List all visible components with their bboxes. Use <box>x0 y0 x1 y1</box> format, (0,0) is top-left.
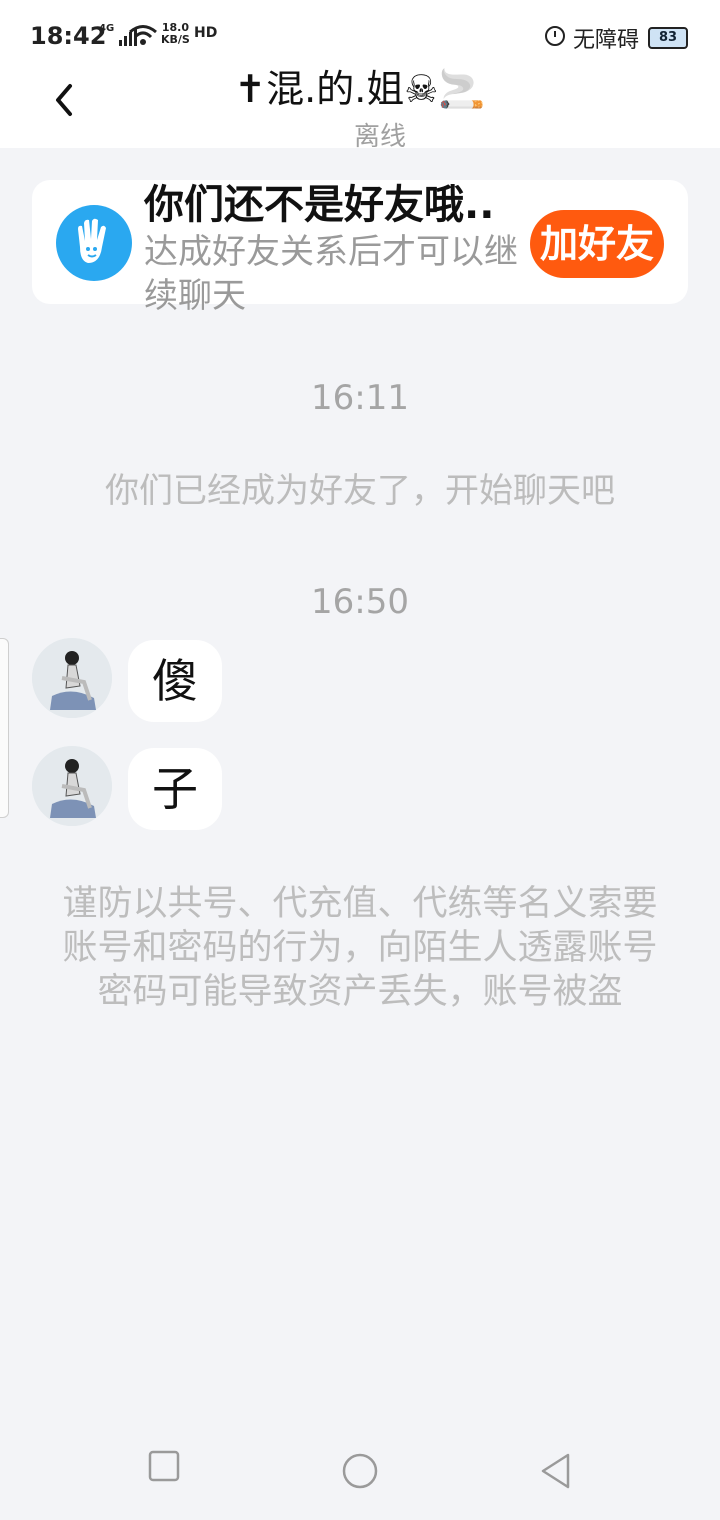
security-warning: 谨防以共号、代充值、代练等名义索要账号和密码的行为，向陌生人透露账号密码可能导致… <box>62 884 658 1012</box>
network-type: 4G <box>99 23 115 34</box>
wifi-icon <box>129 25 157 45</box>
add-friend-card: 你们还不是好友哦.. 达成好友关系后才可以继续聊天 加好友 <box>32 180 688 316</box>
timestamp: 16:50 <box>311 582 409 622</box>
timestamp: 16:11 <box>311 378 409 418</box>
battery-icon: 83 <box>648 27 688 49</box>
side-drawer-handle[interactable] <box>0 638 9 818</box>
contact-name: ✝混.的.姐☠🚬 <box>234 67 486 111</box>
avatar[interactable] <box>32 746 112 826</box>
chat-screen: 18:42 4G 18.0 KB/S HD 无障碍 83 ✝混.的.姐☠🚬 离线… <box>0 0 720 1520</box>
not-friends-heading: 你们还不是好友哦.. <box>144 182 495 228</box>
not-friends-description: 达成好友关系后才可以继续聊天 <box>144 232 518 316</box>
avatar[interactable] <box>32 638 112 718</box>
wave-hand-icon <box>56 205 132 281</box>
message-bubble[interactable]: 傻 <box>128 640 222 722</box>
circle-icon[interactable] <box>341 1452 379 1490</box>
online-status: 离线 <box>353 122 406 152</box>
system-nav-bar <box>0 1430 720 1520</box>
square-icon[interactable] <box>148 1450 180 1482</box>
accessibility-label: 无障碍 <box>573 28 640 53</box>
speed-unit: KB/S <box>161 33 190 46</box>
hd-badge: HD <box>194 25 218 41</box>
top-bar: 18:42 4G 18.0 KB/S HD 无障碍 83 ✝混.的.姐☠🚬 离线 <box>0 0 720 152</box>
status-time: 18:42 <box>30 22 107 50</box>
triangle-back-icon[interactable] <box>538 1452 574 1490</box>
message-bubble[interactable]: 子 <box>128 748 222 830</box>
add-friend-button[interactable]: 加好友 <box>530 210 664 278</box>
network-speed: 18.0 KB/S <box>161 22 190 46</box>
alarm-icon <box>545 26 565 46</box>
system-message: 你们已经成为好友了，开始聊天吧 <box>105 471 615 511</box>
